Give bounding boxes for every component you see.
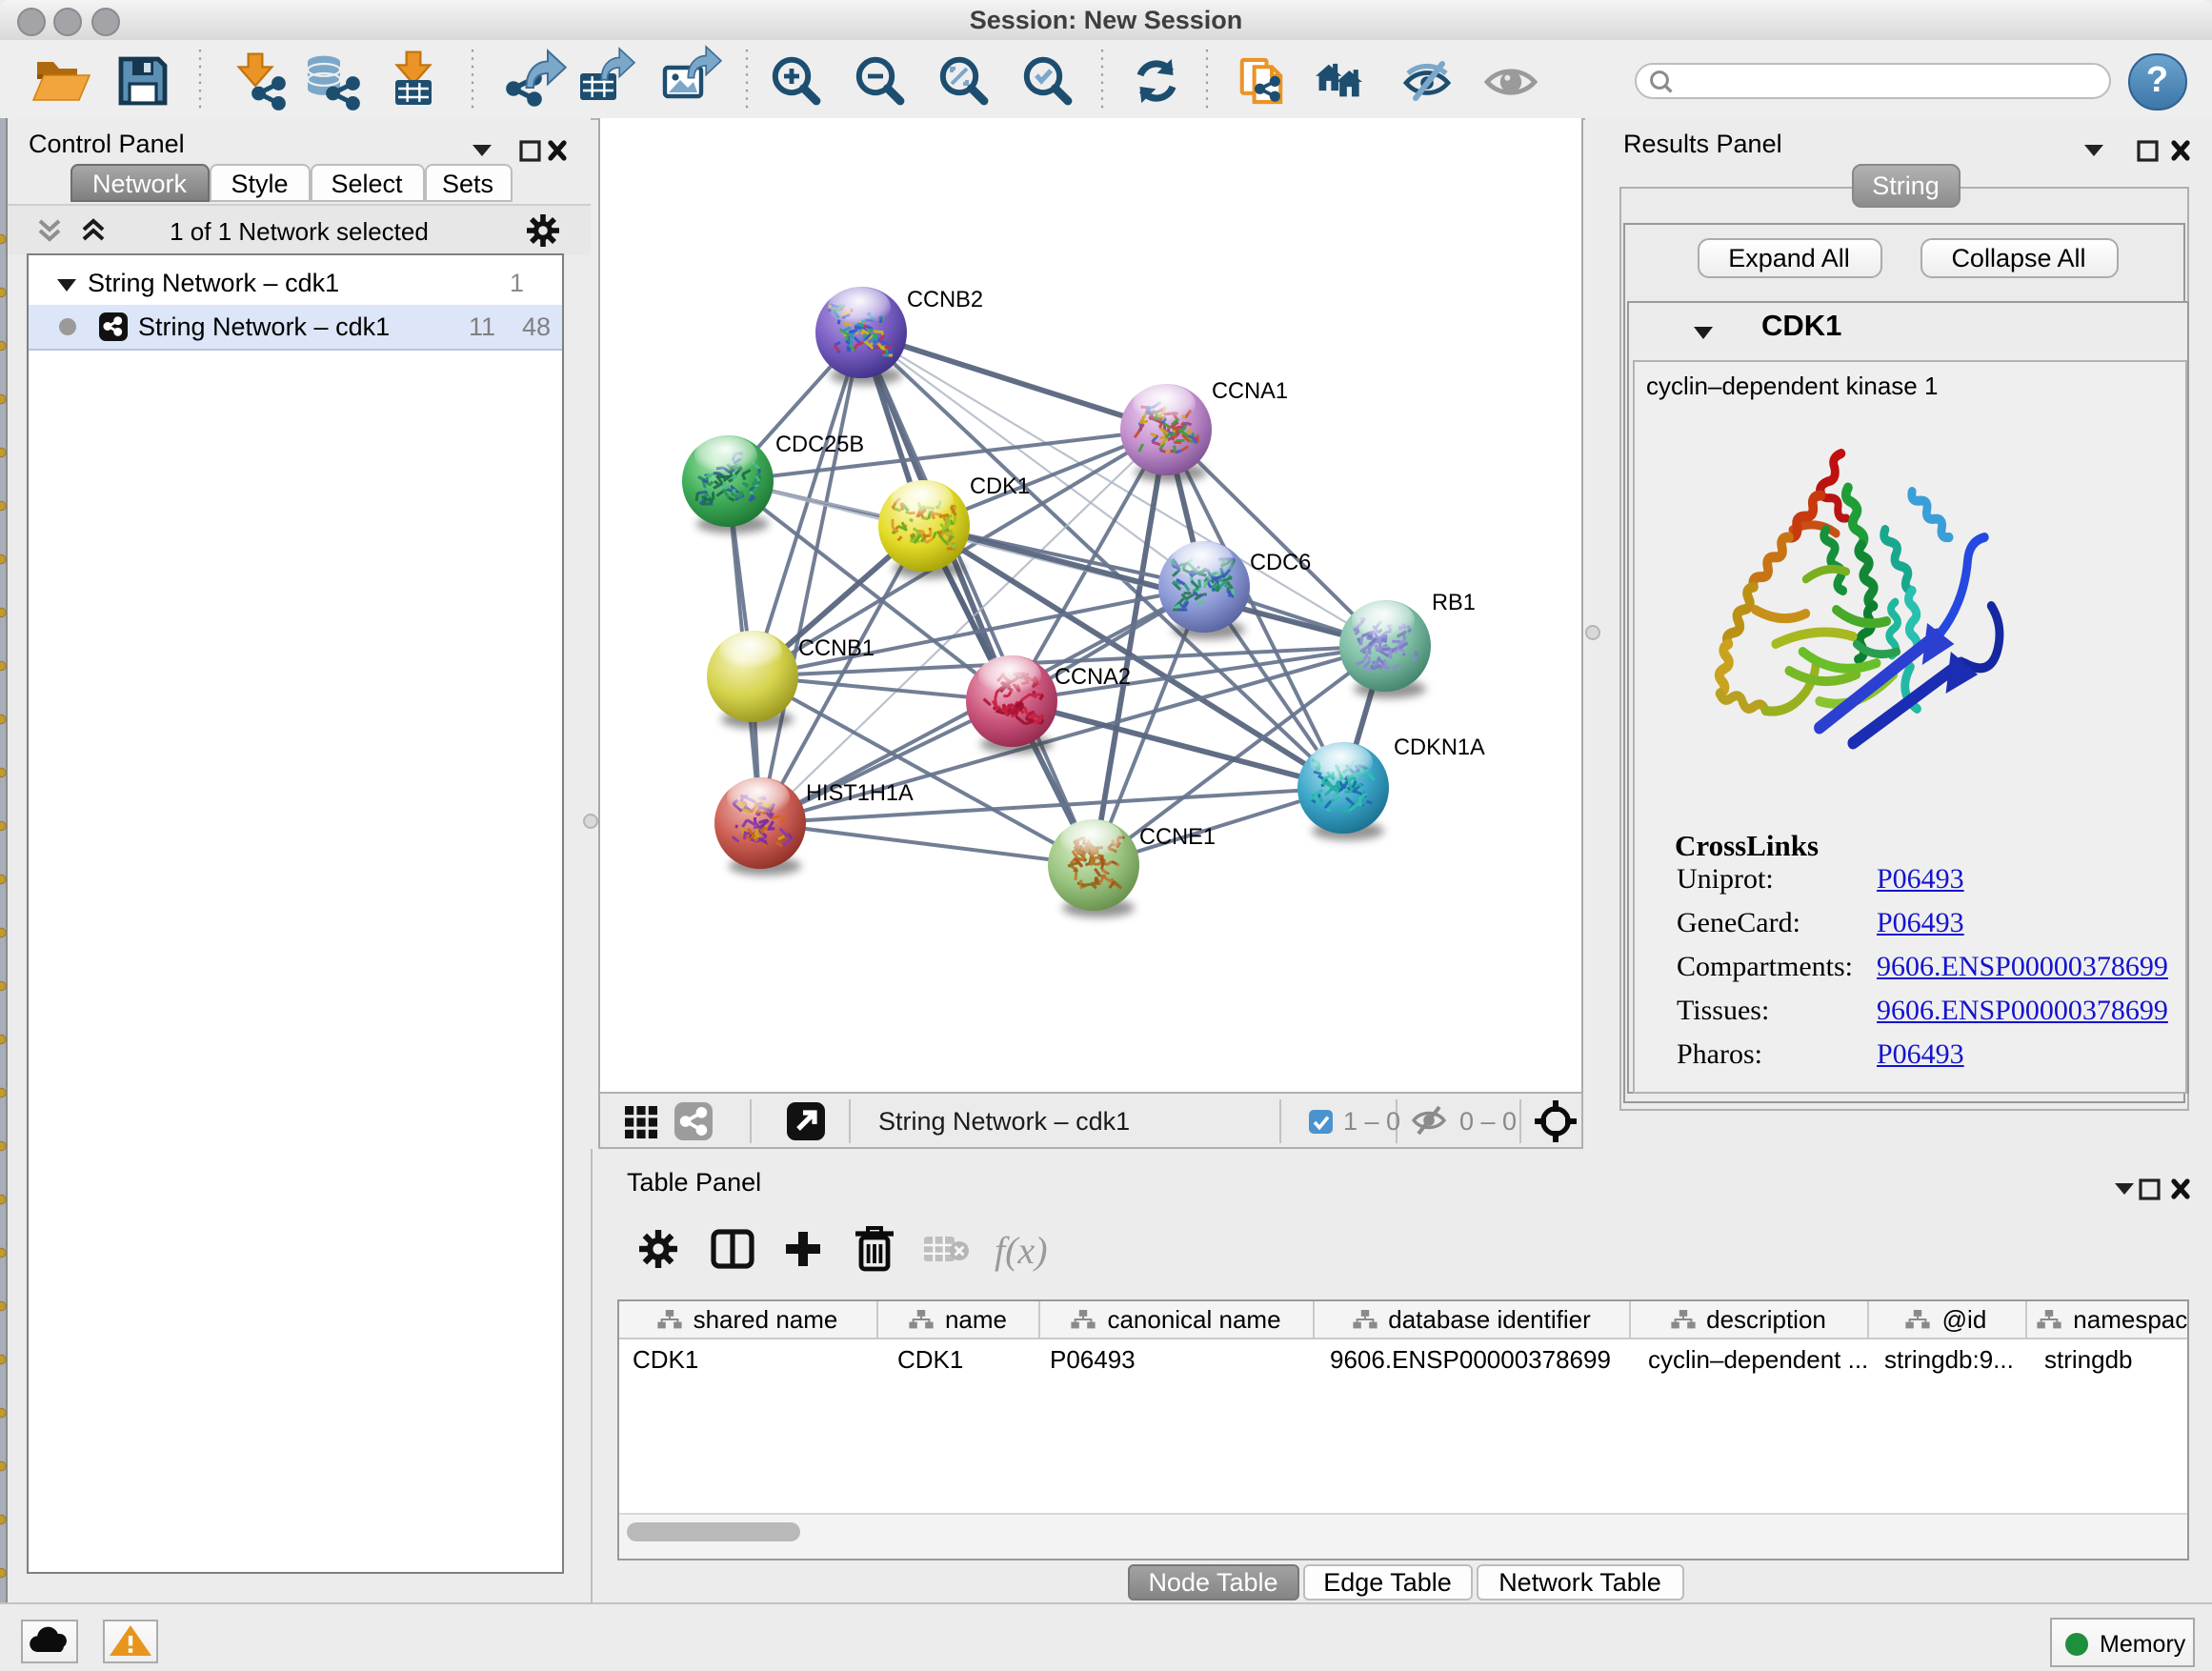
svg-text:f(x): f(x) [995, 1229, 1048, 1272]
